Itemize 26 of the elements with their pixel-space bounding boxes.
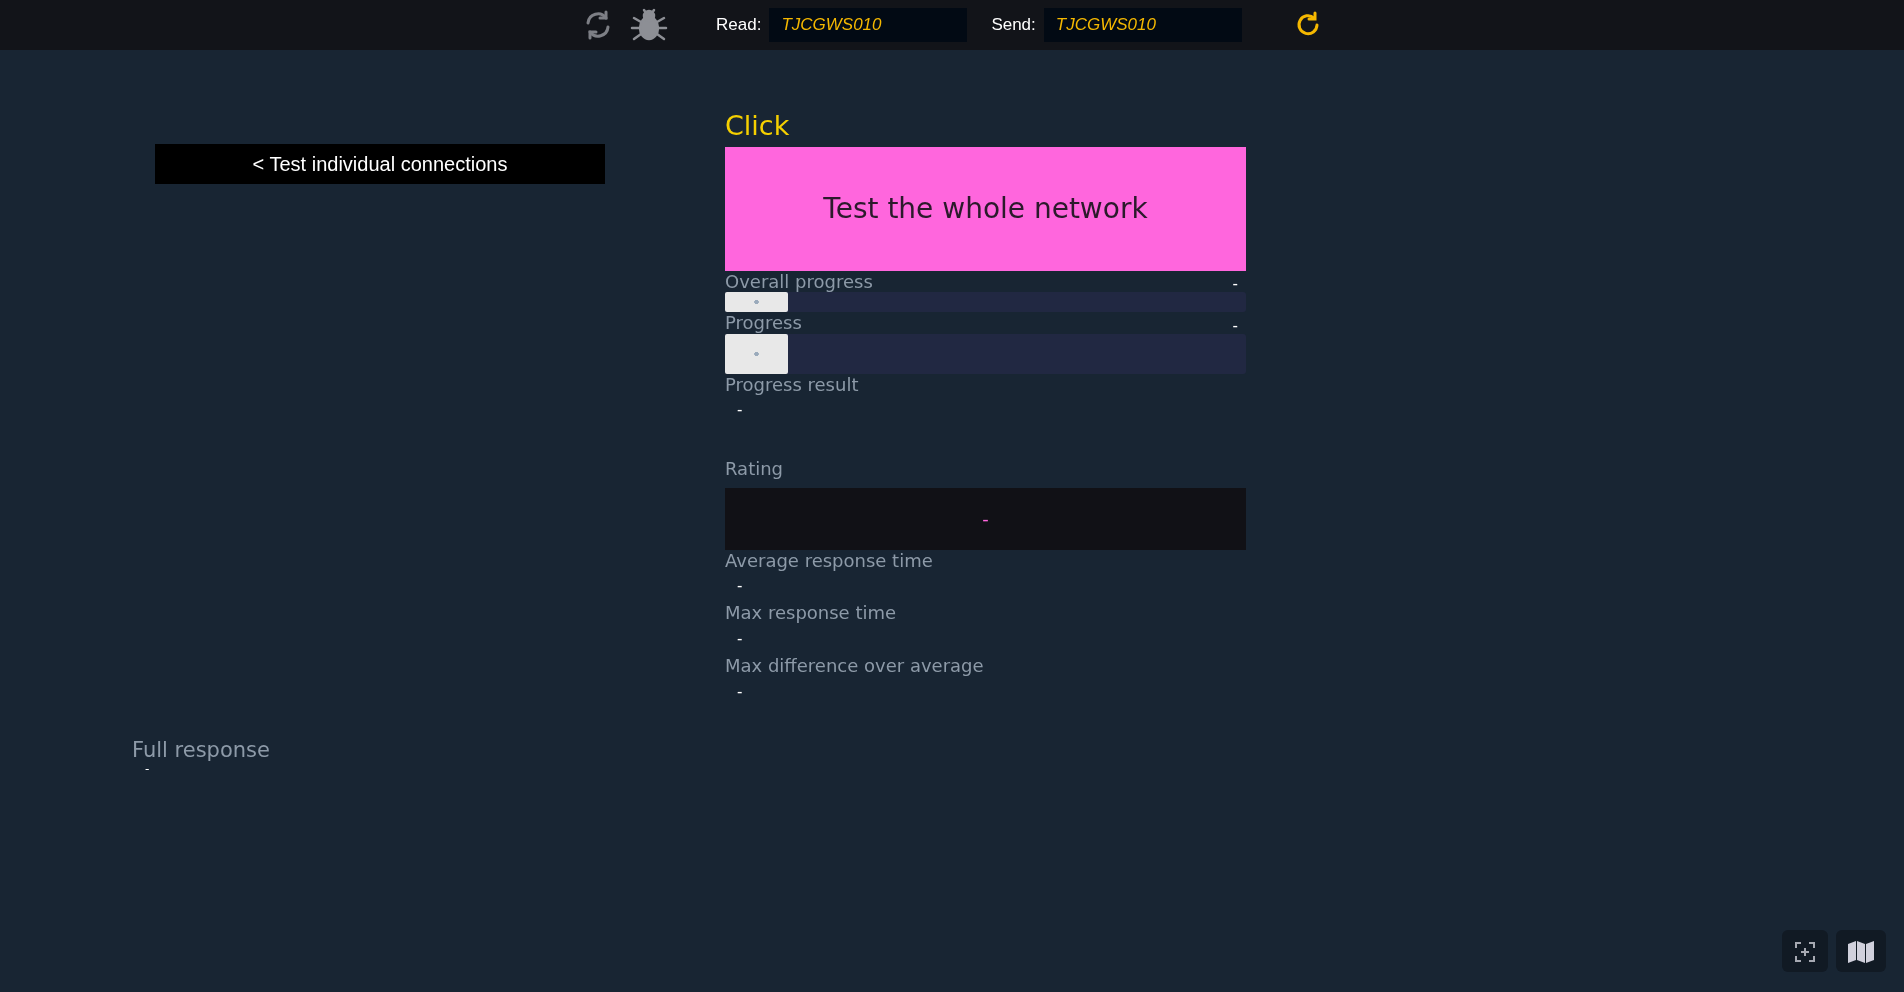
stat-value: - <box>736 684 743 700</box>
stat-label: Average response time <box>725 549 934 572</box>
stat-label: Max response time <box>725 602 898 625</box>
bug-icon[interactable] <box>630 7 668 43</box>
back-button[interactable]: < Test individual connections <box>155 144 605 184</box>
stat-value: - <box>736 632 743 648</box>
full-response-value: - <box>144 762 151 775</box>
read-field[interactable]: TJCGWS010 <box>769 8 968 42</box>
progress-result-value: - <box>736 403 743 419</box>
focus-icon <box>1795 941 1815 962</box>
progress-label: Progress <box>725 312 802 334</box>
test-network-button[interactable]: Test the whole network <box>725 146 1246 271</box>
map-icon <box>1848 940 1874 963</box>
focus-button[interactable] <box>1782 930 1828 972</box>
rating-value: - <box>982 507 989 532</box>
section-title: Click <box>725 109 791 143</box>
full-response-label: Full response <box>132 737 271 763</box>
rating-label: Rating <box>725 458 785 480</box>
read-label: Read: <box>716 14 762 37</box>
stat-label: Max difference over average <box>725 655 985 677</box>
send-label: Send: <box>991 14 1036 37</box>
map-button[interactable] <box>1836 930 1886 972</box>
stat-value: - <box>736 579 743 595</box>
progress-reading: - <box>1232 318 1238 334</box>
send-field[interactable]: TJCGWS010 <box>1043 8 1242 42</box>
progress-result-label: Progress result <box>725 373 860 396</box>
